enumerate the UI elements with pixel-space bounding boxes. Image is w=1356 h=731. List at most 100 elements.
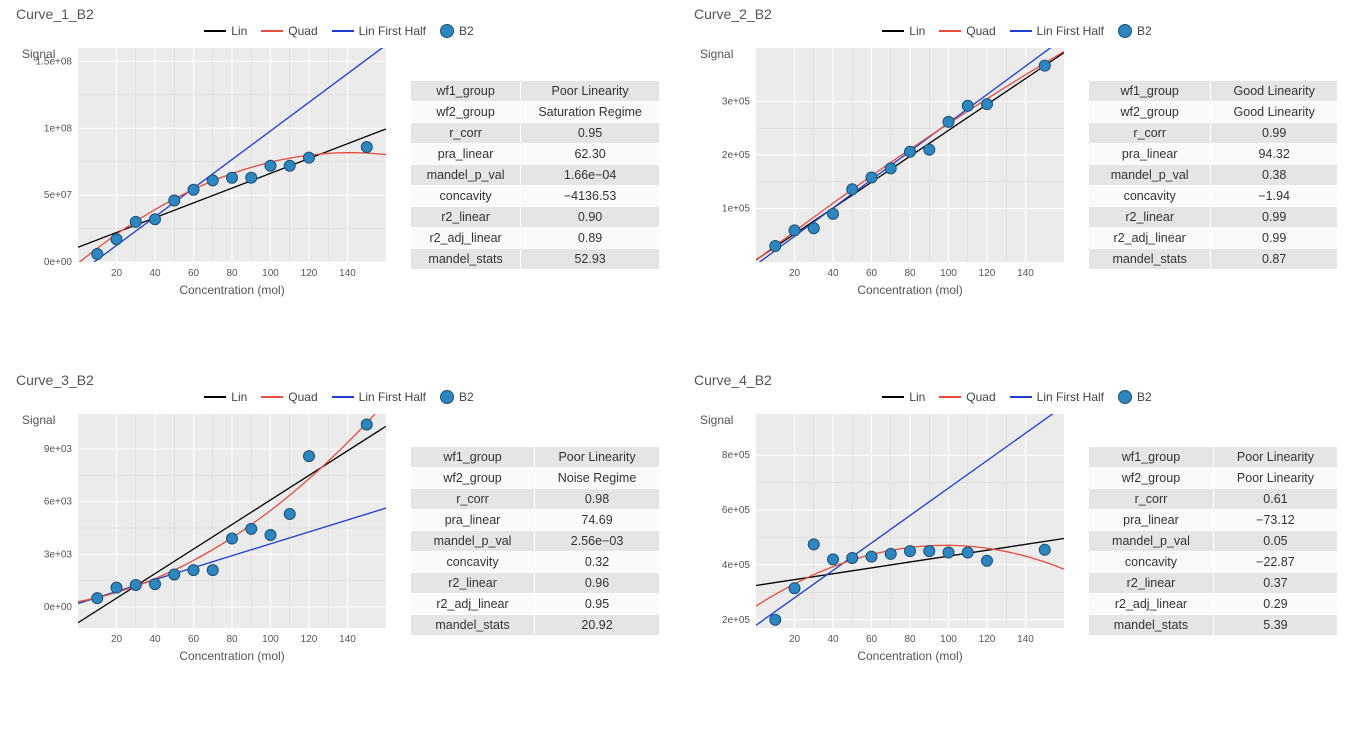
svg-text:Signal: Signal xyxy=(700,47,733,61)
svg-text:6e+03: 6e+03 xyxy=(44,496,73,507)
svg-text:0e+00: 0e+00 xyxy=(44,257,73,268)
stats-table: wf1_groupPoor Linearitywf2_groupPoor Lin… xyxy=(1088,446,1338,636)
svg-text:Concentration (mol): Concentration (mol) xyxy=(857,283,962,297)
table-row: wf1_groupGood Linearity xyxy=(1089,81,1338,102)
svg-text:60: 60 xyxy=(188,634,200,645)
table-row: mandel_p_val1.66e−04 xyxy=(411,165,660,186)
svg-text:80: 80 xyxy=(904,268,916,279)
svg-text:140: 140 xyxy=(1017,634,1034,645)
svg-text:2e+05: 2e+05 xyxy=(722,150,751,161)
table-row: r2_adj_linear0.95 xyxy=(411,593,660,614)
svg-text:0e+00: 0e+00 xyxy=(44,601,73,612)
table-row: r_corr0.99 xyxy=(1089,123,1338,144)
table-row: r2_linear0.99 xyxy=(1089,207,1338,228)
stats-table: wf1_groupGood Linearitywf2_groupGood Lin… xyxy=(1088,80,1338,270)
legend-series: B2 xyxy=(1118,390,1152,404)
table-row: wf2_groupPoor Linearity xyxy=(1089,467,1338,488)
legend-quad: Quad xyxy=(939,24,995,38)
table-row: wf1_groupPoor Linearity xyxy=(411,81,660,102)
panel-c2: Curve_2_B2 Lin Quad Lin First Half B2 20… xyxy=(678,0,1356,366)
chart-grid: Curve_1_B2 Lin Quad Lin First Half B2 20… xyxy=(0,0,1356,731)
svg-text:80: 80 xyxy=(226,268,238,279)
stats-table: wf1_groupPoor Linearitywf2_groupNoise Re… xyxy=(410,446,660,636)
legend-series: B2 xyxy=(1118,24,1152,38)
table-row: wf1_groupPoor Linearity xyxy=(411,446,660,467)
svg-text:60: 60 xyxy=(866,268,878,279)
table-row: wf1_groupPoor Linearity xyxy=(1089,446,1338,467)
plot-area: 204060801001201400e+003e+036e+039e+03Con… xyxy=(16,406,396,666)
plot-area: 204060801001201400e+005e+071e+081.5e+08C… xyxy=(16,40,396,300)
table-row: r2_linear0.96 xyxy=(411,572,660,593)
svg-text:120: 120 xyxy=(301,268,318,279)
table-row: wf2_groupNoise Regime xyxy=(411,467,660,488)
table-row: mandel_p_val0.38 xyxy=(1089,165,1338,186)
svg-text:2e+05: 2e+05 xyxy=(722,614,751,625)
chart-svg: 204060801001201400e+005e+071e+081.5e+08C… xyxy=(16,40,396,300)
table-row: pra_linear94.32 xyxy=(1089,144,1338,165)
legend-half: Lin First Half xyxy=(332,390,426,404)
table-row: concavity−4136.53 xyxy=(411,186,660,207)
plot-area: 204060801001201401e+052e+053e+05Concentr… xyxy=(694,40,1074,300)
panel-title: Curve_3_B2 xyxy=(16,372,662,388)
svg-text:100: 100 xyxy=(940,268,957,279)
svg-text:20: 20 xyxy=(111,268,123,279)
table-row: r_corr0.95 xyxy=(411,123,660,144)
table-row: pra_linear−73.12 xyxy=(1089,509,1338,530)
svg-text:4e+05: 4e+05 xyxy=(722,559,751,570)
table-row: pra_linear62.30 xyxy=(411,144,660,165)
legend: Lin Quad Lin First Half B2 xyxy=(694,390,1340,404)
svg-text:120: 120 xyxy=(979,634,996,645)
legend-lin: Lin xyxy=(204,24,247,38)
svg-text:140: 140 xyxy=(339,268,356,279)
svg-text:1e+05: 1e+05 xyxy=(722,204,751,215)
legend-series: B2 xyxy=(440,24,474,38)
panel-title: Curve_4_B2 xyxy=(694,372,1340,388)
table-row: mandel_stats5.39 xyxy=(1089,614,1338,635)
legend-lin: Lin xyxy=(882,24,925,38)
svg-text:120: 120 xyxy=(301,634,318,645)
legend: Lin Quad Lin First Half B2 xyxy=(16,390,662,404)
svg-text:40: 40 xyxy=(827,634,839,645)
stats-table: wf1_groupPoor Linearitywf2_groupSaturati… xyxy=(410,80,660,270)
legend-quad: Quad xyxy=(261,390,317,404)
svg-text:Signal: Signal xyxy=(700,413,733,427)
plot-area: 204060801001201402e+054e+056e+058e+05Con… xyxy=(694,406,1074,666)
svg-text:40: 40 xyxy=(149,268,161,279)
svg-text:Signal: Signal xyxy=(22,47,55,61)
table-row: concavity0.32 xyxy=(411,551,660,572)
table-row: r_corr0.61 xyxy=(1089,488,1338,509)
legend-lin: Lin xyxy=(204,390,247,404)
table-row: r2_linear0.90 xyxy=(411,207,660,228)
table-row: wf2_groupGood Linearity xyxy=(1089,102,1338,123)
legend-quad: Quad xyxy=(939,390,995,404)
svg-text:1e+08: 1e+08 xyxy=(44,123,73,134)
chart-svg: 204060801001201400e+003e+036e+039e+03Con… xyxy=(16,406,396,666)
svg-text:9e+03: 9e+03 xyxy=(44,444,73,455)
svg-text:100: 100 xyxy=(262,268,279,279)
table-row: mandel_p_val2.56e−03 xyxy=(411,530,660,551)
svg-text:60: 60 xyxy=(866,634,878,645)
svg-text:8e+05: 8e+05 xyxy=(722,450,751,461)
table-row: r_corr0.98 xyxy=(411,488,660,509)
svg-text:20: 20 xyxy=(789,634,801,645)
svg-text:6e+05: 6e+05 xyxy=(722,505,751,516)
svg-text:20: 20 xyxy=(789,268,801,279)
table-row: r2_adj_linear0.29 xyxy=(1089,593,1338,614)
svg-text:Concentration (mol): Concentration (mol) xyxy=(179,283,284,297)
panel-c1: Curve_1_B2 Lin Quad Lin First Half B2 20… xyxy=(0,0,678,366)
panel-title: Curve_1_B2 xyxy=(16,6,662,22)
legend-lin: Lin xyxy=(882,390,925,404)
table-row: r2_linear0.37 xyxy=(1089,572,1338,593)
svg-text:140: 140 xyxy=(339,634,356,645)
legend: Lin Quad Lin First Half B2 xyxy=(16,24,662,38)
legend-half: Lin First Half xyxy=(332,24,426,38)
svg-text:140: 140 xyxy=(1017,268,1034,279)
panel-c3: Curve_3_B2 Lin Quad Lin First Half B2 20… xyxy=(0,366,678,731)
svg-text:120: 120 xyxy=(979,268,996,279)
svg-text:5e+07: 5e+07 xyxy=(44,190,73,201)
legend-half: Lin First Half xyxy=(1010,24,1104,38)
chart-svg: 204060801001201402e+054e+056e+058e+05Con… xyxy=(694,406,1074,666)
svg-text:100: 100 xyxy=(262,634,279,645)
svg-text:20: 20 xyxy=(111,634,123,645)
table-row: mandel_stats0.87 xyxy=(1089,249,1338,270)
